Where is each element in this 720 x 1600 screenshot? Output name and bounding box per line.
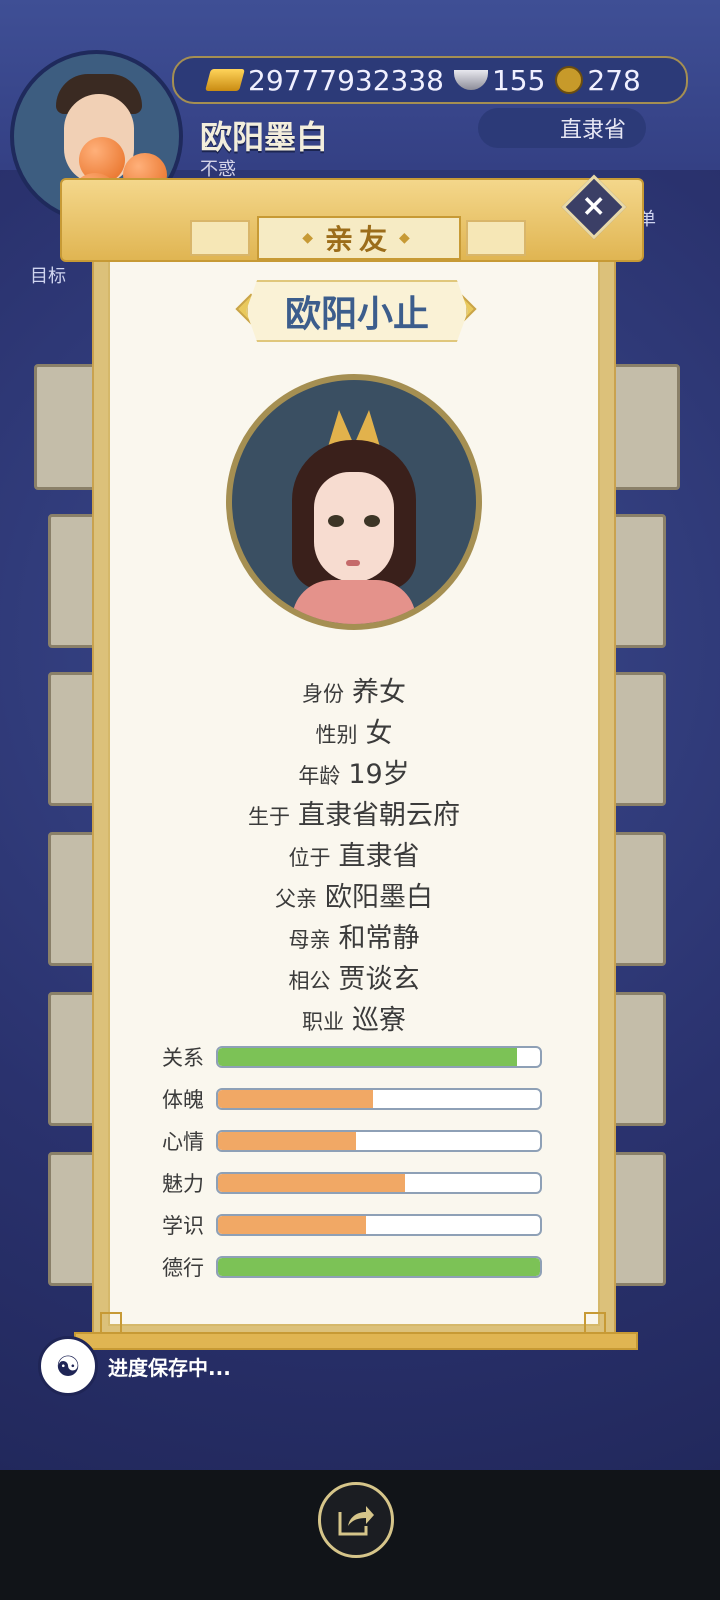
- coin-amount: 278: [587, 63, 641, 97]
- copper-coin-icon: [555, 66, 584, 94]
- save-indicator: ☯ 进度保存中...: [38, 1336, 231, 1396]
- stat-fill: [218, 1048, 518, 1066]
- goal-label[interactable]: 目标: [30, 262, 66, 288]
- info-father: 父亲 欧阳墨白: [275, 882, 433, 913]
- info-gender: 性别女: [315, 718, 393, 749]
- header-ornament: [190, 220, 250, 256]
- stat-bar: [216, 1046, 542, 1068]
- stat-relationship: 关系: [162, 1044, 542, 1070]
- info-birthplace: 生于 直隶省朝云府: [248, 800, 460, 831]
- stat-knowledge: 学识: [162, 1212, 542, 1238]
- stat-charm: 魅力: [162, 1170, 542, 1196]
- info-occupation: 职业 巡寮: [302, 1005, 406, 1036]
- stat-fill: [218, 1090, 373, 1108]
- currency-bar: 29777932338 155 278: [172, 56, 688, 104]
- share-button[interactable]: [318, 1482, 394, 1558]
- stat-virtue: 德行: [162, 1254, 542, 1280]
- info-identity: 身份 养女: [302, 677, 406, 708]
- silver-amount: 155: [491, 63, 546, 97]
- info-location: 位于 直隶省: [288, 841, 420, 872]
- portrait-dress: [292, 580, 416, 624]
- dragon-emblem-icon: ☯: [38, 1336, 98, 1396]
- portrait-eye: [328, 515, 344, 527]
- stat-mood: 心情: [162, 1128, 542, 1154]
- character-portrait: [226, 374, 482, 630]
- stat-bar: [216, 1088, 542, 1110]
- stat-fill: [218, 1174, 405, 1192]
- close-icon: ×: [581, 188, 607, 224]
- stat-physique: 体魄: [162, 1086, 542, 1112]
- stat-bar: [216, 1214, 542, 1236]
- province-button[interactable]: 直隶省: [478, 108, 646, 148]
- character-name: 欧阳小止: [284, 294, 429, 335]
- stat-bar: [216, 1256, 542, 1278]
- stat-fill: [218, 1132, 357, 1150]
- info-spouse: 相公 贾谈玄: [288, 964, 420, 995]
- stat-fill: [218, 1216, 367, 1234]
- corner-ornament: [584, 1312, 606, 1334]
- info-age: 年龄 19岁: [298, 759, 410, 790]
- stat-bar: [216, 1172, 542, 1194]
- portrait-eye: [364, 515, 380, 527]
- gold-amount: 29777932338: [248, 63, 444, 97]
- character-name-plate: 欧阳小止: [246, 280, 468, 342]
- panel-title-box: ◆ 亲友 ◆: [257, 216, 461, 260]
- silver-ingot-icon: [453, 70, 488, 90]
- saving-text: 进度保存中...: [108, 1355, 231, 1380]
- header-ornament: [466, 220, 526, 256]
- gold-ingot-icon: [205, 69, 245, 91]
- stat-bar: [216, 1130, 542, 1152]
- share-icon: [338, 1506, 374, 1536]
- stat-fill: [218, 1258, 540, 1276]
- player-name: 欧阳墨白: [200, 118, 329, 156]
- info-mother: 母亲 和常静: [288, 923, 420, 954]
- panel-header: ◆ 亲友 ◆: [60, 178, 644, 262]
- portrait-mouth: [346, 560, 360, 566]
- corner-ornament: [100, 1312, 122, 1334]
- panel-title: 亲友: [324, 223, 393, 256]
